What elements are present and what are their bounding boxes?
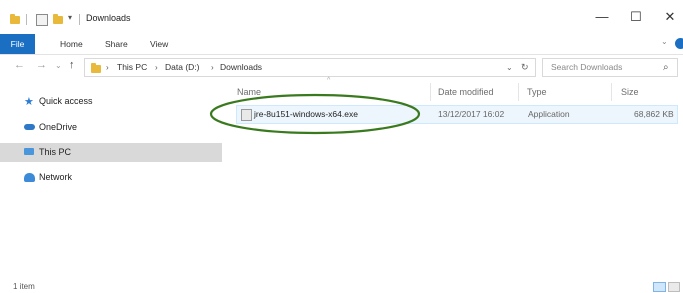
search-placeholder: Search Downloads: [551, 62, 623, 72]
tab-file[interactable]: File: [0, 34, 35, 54]
column-header-date-modified[interactable]: Date modified: [438, 87, 494, 97]
customize-arrow-icon[interactable]: ▾: [68, 13, 72, 22]
details-view-icon[interactable]: [653, 282, 666, 292]
window-title: Downloads: [86, 13, 131, 23]
tab-home[interactable]: Home: [60, 34, 83, 54]
large-icons-view-icon[interactable]: [668, 282, 680, 292]
title-bar: ▾ Downloads — ☐ ✕: [0, 0, 683, 34]
sidebar-item-network[interactable]: Network: [0, 168, 222, 187]
breadcrumb-data-d[interactable]: Data (D:): [165, 59, 199, 76]
search-box[interactable]: Search Downloads ⌕: [542, 58, 678, 77]
column-header-size[interactable]: Size: [621, 87, 639, 97]
breadcrumb-separator-icon: ›: [211, 63, 214, 72]
forward-arrow-icon[interactable]: →: [36, 59, 47, 71]
sidebar-item-this-pc[interactable]: This PC: [0, 143, 222, 162]
breadcrumb-separator-icon: ›: [106, 63, 109, 72]
address-row: ← → ⌄ ↑ › This PC › Data (D:) › Download…: [0, 55, 683, 79]
file-size: 68,862 KB: [634, 109, 674, 119]
recent-locations-icon[interactable]: ⌄: [55, 61, 62, 70]
file-type: Application: [528, 109, 570, 119]
title-separator: [79, 14, 80, 25]
navigation-pane: ★ Quick access OneDrive This PC Network: [0, 80, 222, 280]
folder-icon[interactable]: [10, 14, 20, 24]
help-icon[interactable]: [675, 38, 683, 49]
breadcrumb-this-pc[interactable]: This PC: [117, 59, 147, 76]
breadcrumb-separator-icon: ›: [155, 63, 158, 72]
ribbon: File Home Share View ⌄: [0, 34, 683, 55]
location-folder-icon: [91, 63, 101, 73]
star-icon: ★: [24, 96, 34, 108]
address-bar[interactable]: › This PC › Data (D:) › Downloads ⌄ ↻: [84, 58, 536, 77]
properties-icon[interactable]: [36, 14, 48, 26]
ribbon-expand-icon[interactable]: ⌄: [661, 37, 668, 46]
up-arrow-icon[interactable]: ↑: [69, 59, 75, 71]
back-arrow-icon[interactable]: ←: [14, 59, 25, 71]
address-dropdown-icon[interactable]: ⌄: [506, 59, 513, 76]
column-divider[interactable]: [430, 83, 431, 101]
maximize-button[interactable]: ☐: [622, 9, 650, 25]
column-divider[interactable]: [518, 83, 519, 101]
toolbar-separator: [26, 14, 27, 25]
computer-icon: [24, 148, 34, 155]
item-count: 1 item: [13, 282, 35, 291]
tab-share[interactable]: Share: [105, 34, 128, 54]
sidebar-item-onedrive[interactable]: OneDrive: [0, 118, 222, 137]
sort-ascending-icon: ^: [327, 77, 331, 84]
column-header-type[interactable]: Type: [527, 87, 547, 97]
column-divider[interactable]: [611, 83, 612, 101]
sidebar-item-label: Quick access: [39, 96, 93, 106]
sidebar-item-label: OneDrive: [39, 122, 78, 132]
minimize-button[interactable]: —: [588, 9, 616, 24]
status-bar: 1 item: [0, 280, 683, 293]
new-folder-icon[interactable]: [53, 14, 63, 24]
refresh-icon[interactable]: ↻: [521, 59, 529, 76]
search-icon[interactable]: ⌕: [663, 60, 669, 75]
close-button[interactable]: ✕: [656, 9, 683, 25]
cloud-icon: [24, 124, 35, 130]
file-date-modified: 13/12/2017 16:02: [438, 109, 505, 119]
network-icon: [24, 173, 35, 182]
highlight-ellipse: [209, 93, 421, 135]
breadcrumb-downloads[interactable]: Downloads: [220, 59, 262, 76]
sidebar-item-label: Network: [39, 172, 73, 182]
sidebar-item-quick-access[interactable]: ★ Quick access: [0, 92, 222, 111]
sidebar-item-label: This PC: [39, 147, 72, 157]
tab-view[interactable]: View: [150, 34, 168, 54]
